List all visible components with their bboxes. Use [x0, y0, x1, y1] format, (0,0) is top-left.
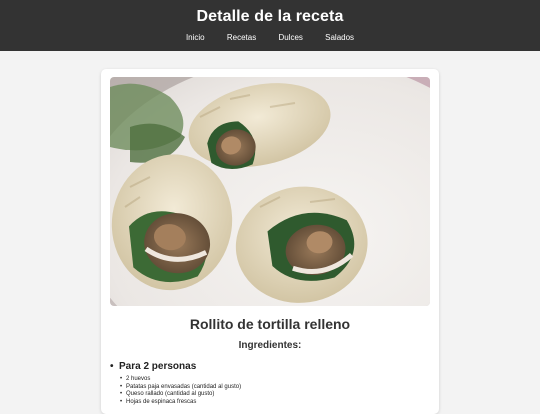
ingredients-heading: Ingredientes: — [238, 340, 302, 351]
ingredients-list: 2 huevos Patatas paja envasadas (cantida… — [120, 376, 241, 406]
recipe-photo-illustration — [110, 77, 430, 306]
page-title: Detalle de la receta — [196, 8, 344, 25]
list-item: Patatas paja envasadas (cantidad al gust… — [120, 384, 241, 392]
list-item: 2 huevos — [120, 376, 241, 384]
recipe-photo — [110, 77, 430, 306]
nav-link-inicio[interactable]: Inicio — [186, 33, 205, 42]
nav-link-salados[interactable]: Salados — [325, 33, 354, 42]
main-nav: Inicio Recetas Dulces Salados — [0, 33, 540, 42]
list-item: Queso rallado (cantidad al gusto) — [120, 391, 241, 399]
nav-link-dulces[interactable]: Dulces — [278, 33, 302, 42]
recipe-card: Rollito de tortilla relleno Ingredientes… — [101, 69, 439, 414]
recipe-title: Rollito de tortilla relleno — [189, 316, 351, 332]
servings-label: Para 2 personas — [110, 361, 196, 372]
site-header: Detalle de la receta Inicio Recetas Dulc… — [0, 0, 540, 51]
nav-link-recetas[interactable]: Recetas — [227, 33, 256, 42]
